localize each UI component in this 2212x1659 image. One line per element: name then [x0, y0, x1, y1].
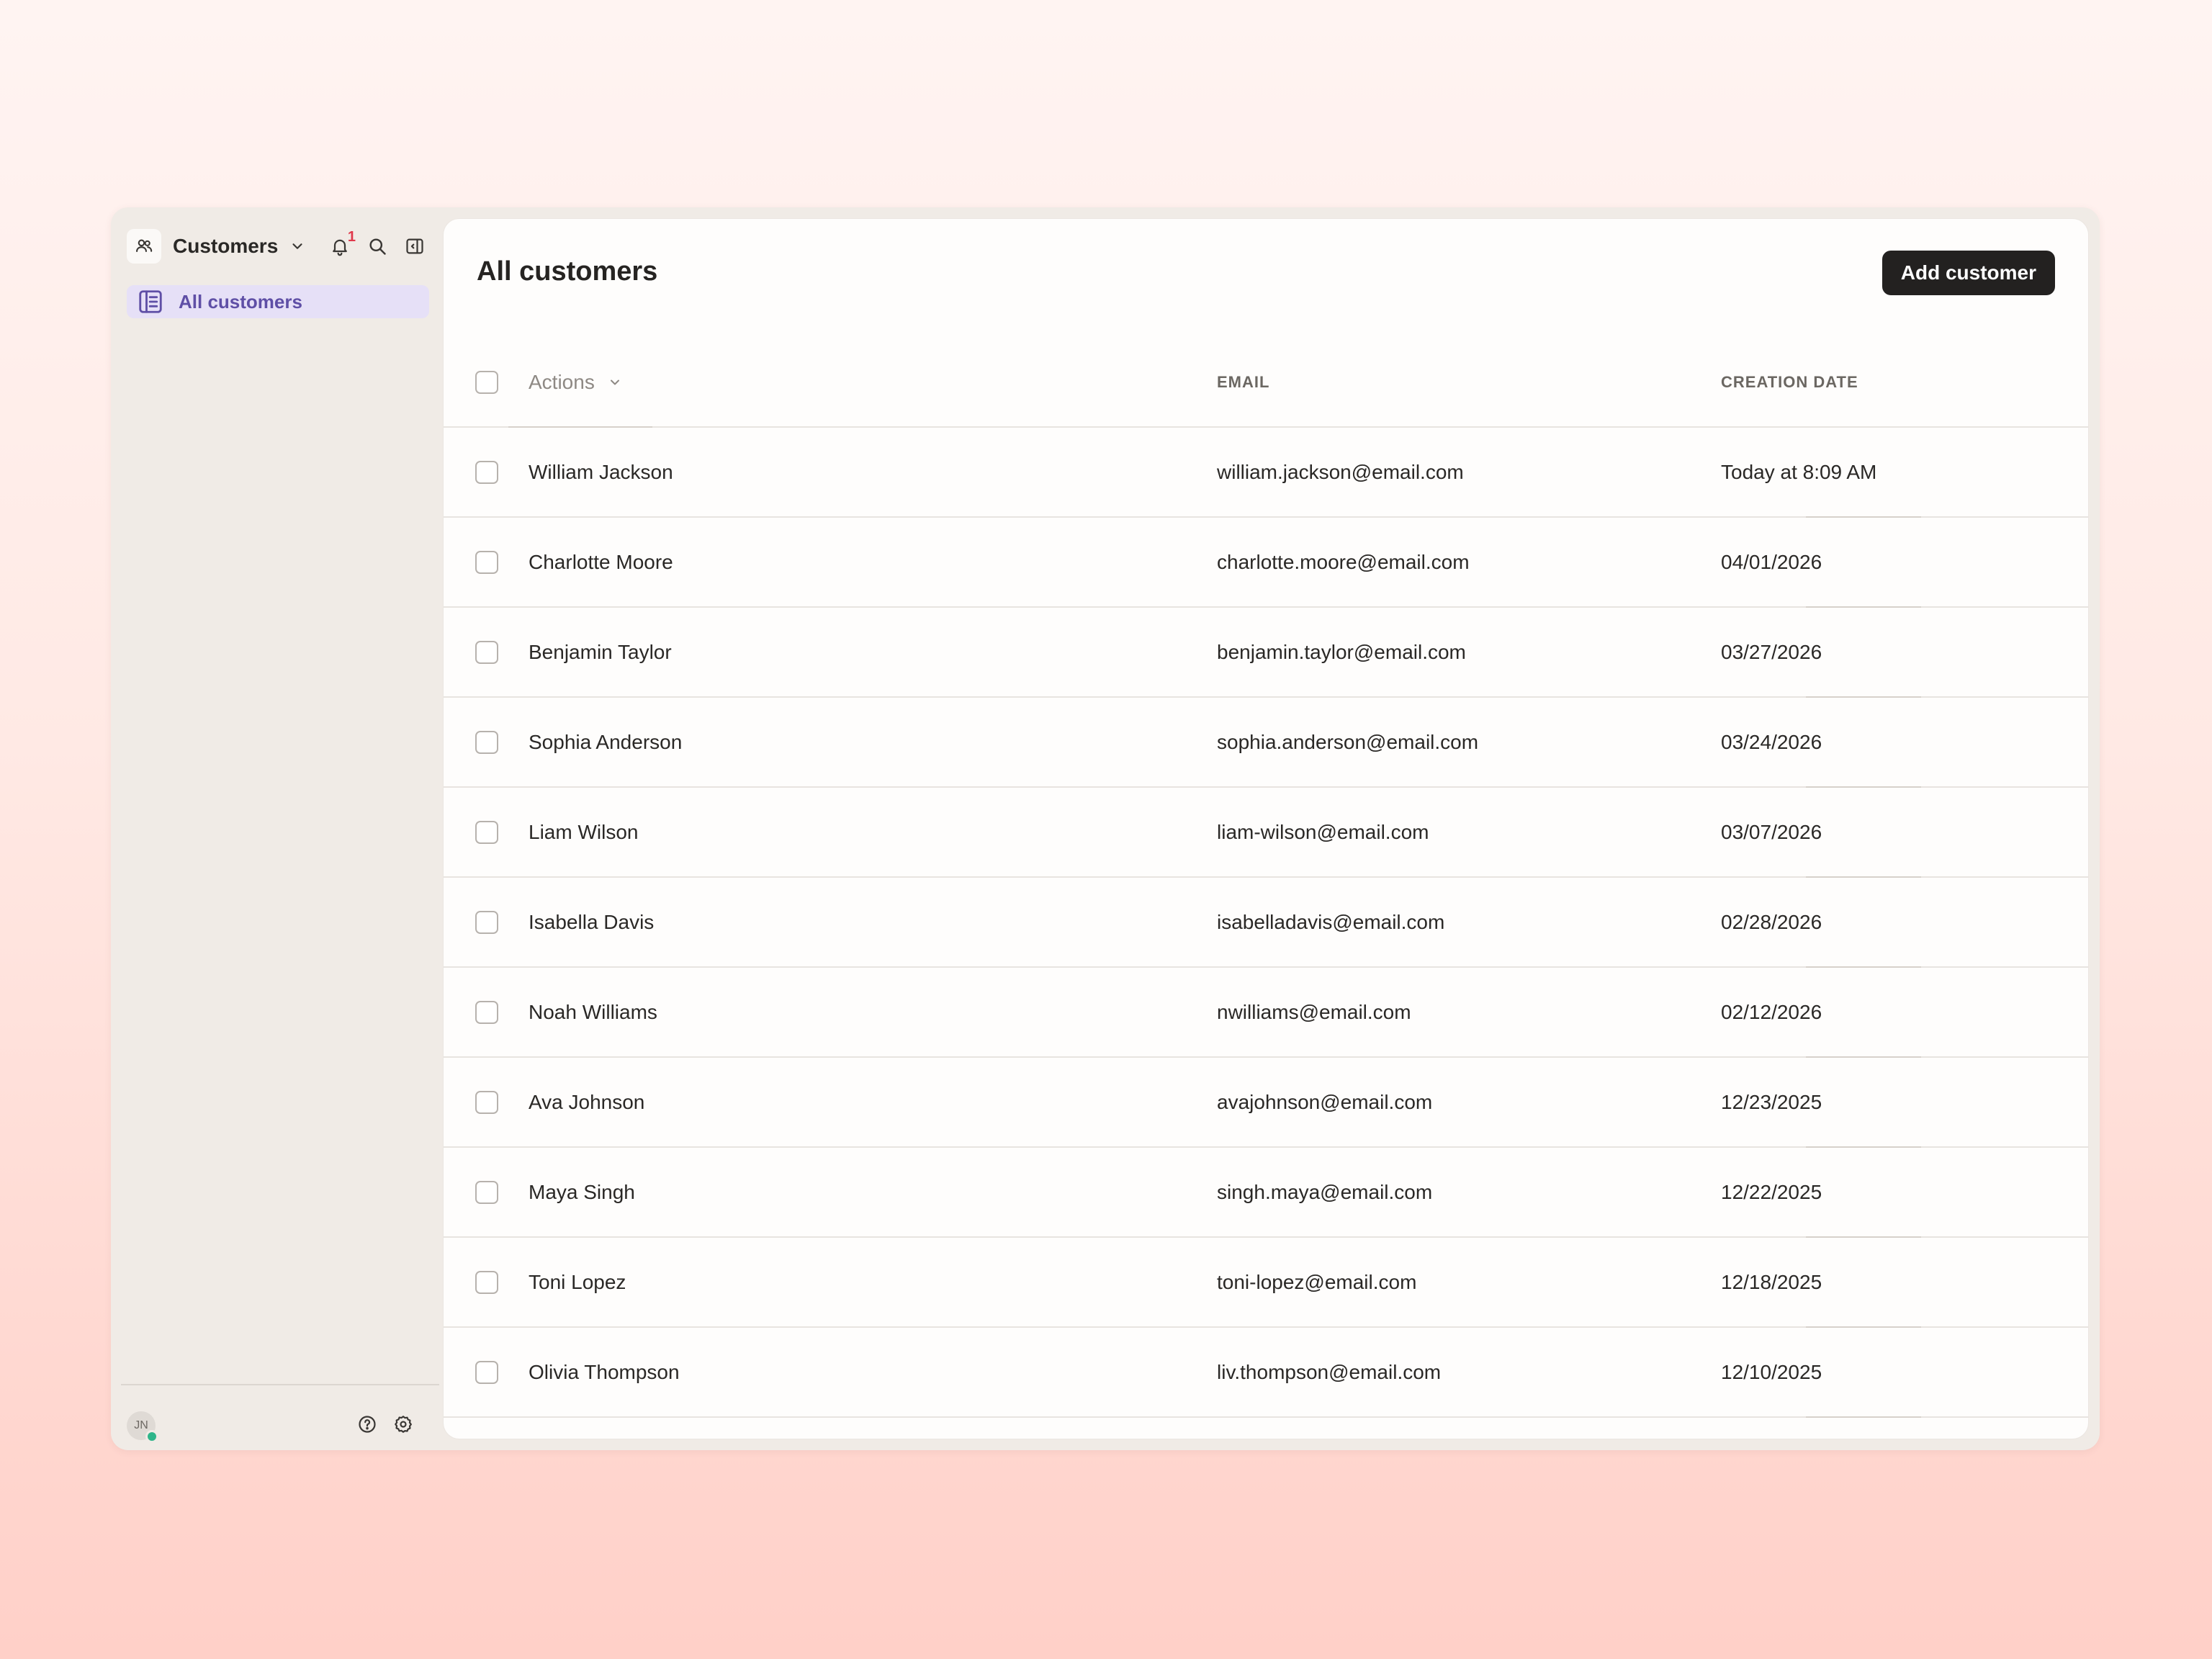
app-window: Customers 1 All customers JN All custome…: [111, 207, 2100, 1450]
customer-creation-date: 03/27/2026: [1721, 640, 1822, 663]
table-header: Actions EMAIL CREATION DATE: [444, 338, 2088, 428]
chevron-down-icon: [608, 375, 622, 390]
table-row[interactable]: Isabella Davis isabelladavis@email.com 0…: [444, 878, 2088, 968]
customer-creation-date: 04/01/2026: [1721, 550, 1822, 573]
users-icon: [127, 229, 161, 264]
table-row[interactable]: Charlotte Moore charlotte.moore@email.co…: [444, 518, 2088, 608]
notifications-button[interactable]: 1: [328, 229, 356, 258]
customer-name: Maya Singh: [529, 1180, 635, 1203]
actions-label: Actions: [529, 371, 595, 393]
customer-name: William Jackson: [529, 460, 673, 483]
sidebar-footer-actions: [356, 1413, 415, 1436]
select-all-checkbox[interactable]: [475, 371, 498, 394]
notification-badge: 1: [347, 229, 356, 245]
customer-name: Noah Williams: [529, 1000, 657, 1023]
customer-creation-date: 12/18/2025: [1721, 1270, 1822, 1293]
customers-table: Actions EMAIL CREATION DATE William Jack…: [444, 338, 2088, 1418]
page-title: All customers: [477, 256, 658, 287]
row-checkbox[interactable]: [475, 730, 498, 754]
chevron-down-icon: [289, 238, 305, 254]
customer-email: charlotte.moore@email.com: [1217, 550, 1470, 573]
table-row[interactable]: Toni Lopez toni-lopez@email.com 12/18/20…: [444, 1238, 2088, 1328]
help-button[interactable]: [356, 1413, 379, 1436]
row-checkbox[interactable]: [475, 1270, 498, 1294]
bell-icon: [333, 239, 347, 256]
sidebar-item-all-customers[interactable]: All customers: [127, 285, 429, 318]
customer-email: liam-wilson@email.com: [1217, 820, 1429, 843]
row-checkbox[interactable]: [475, 820, 498, 844]
row-checkbox[interactable]: [475, 910, 498, 934]
customer-email: liv.thompson@email.com: [1217, 1360, 1442, 1383]
table-row[interactable]: Sophia Anderson sophia.anderson@email.co…: [444, 698, 2088, 788]
customer-creation-date: 03/07/2026: [1721, 820, 1822, 843]
sidebar-toggle-icon: [406, 238, 423, 254]
row-checkbox[interactable]: [475, 1180, 498, 1204]
customer-email: benjamin.taylor@email.com: [1217, 640, 1466, 663]
row-checkbox[interactable]: [475, 1360, 498, 1384]
workspace-name: Customers: [173, 235, 279, 257]
table-row[interactable]: Liam Wilson liam-wilson@email.com 03/07/…: [444, 788, 2088, 878]
customer-email: isabelladavis@email.com: [1217, 910, 1445, 933]
list-icon: [137, 288, 164, 315]
customer-name: Toni Lopez: [529, 1270, 626, 1293]
sidebar: Customers 1 All customers JN: [111, 207, 439, 1450]
column-header-email[interactable]: EMAIL: [1217, 373, 1269, 392]
customer-email: william.jackson@email.com: [1217, 460, 1464, 483]
sidebar-item-label: All customers: [179, 290, 302, 313]
customer-creation-date: 02/28/2026: [1721, 910, 1822, 933]
customer-name: Charlotte Moore: [529, 550, 673, 573]
table-row[interactable]: William Jackson william.jackson@email.co…: [444, 428, 2088, 518]
sidebar-toolbar: 1: [328, 226, 426, 266]
customer-name: Isabella Davis: [529, 910, 655, 933]
workspace-switcher[interactable]: Customers: [127, 226, 305, 266]
customer-name: Liam Wilson: [529, 820, 639, 843]
customer-creation-date: Today at 8:09 AM: [1721, 460, 1877, 483]
add-customer-button[interactable]: Add customer: [1881, 251, 2055, 295]
help-icon: [359, 1416, 376, 1433]
column-header-creation-date[interactable]: CREATION DATE: [1721, 373, 1858, 392]
settings-button[interactable]: [392, 1413, 415, 1436]
sidebar-divider: [121, 1384, 439, 1385]
actions-dropdown[interactable]: Actions: [529, 371, 622, 394]
search-button[interactable]: [366, 235, 389, 258]
customer-email: sophia.anderson@email.com: [1217, 730, 1479, 753]
customer-email: toni-lopez@email.com: [1217, 1270, 1417, 1293]
customer-creation-date: 03/24/2026: [1721, 730, 1822, 753]
table-row[interactable]: Benjamin Taylor benjamin.taylor@email.co…: [444, 608, 2088, 698]
customer-email: nwilliams@email.com: [1217, 1000, 1411, 1023]
avatar-initials: JN: [134, 1419, 148, 1431]
customer-name: Ava Johnson: [529, 1090, 645, 1113]
customer-creation-date: 12/10/2025: [1721, 1360, 1822, 1383]
main-panel: All customers Add customer Actions EMAIL…: [444, 219, 2088, 1439]
gear-icon: [395, 1416, 412, 1433]
customer-email: avajohnson@email.com: [1217, 1090, 1433, 1113]
avatar[interactable]: JN: [127, 1411, 158, 1443]
customer-creation-date: 02/12/2026: [1721, 1000, 1822, 1023]
customer-creation-date: 12/23/2025: [1721, 1090, 1822, 1113]
search-icon: [369, 238, 386, 255]
table-row[interactable]: Olivia Thompson liv.thompson@email.com 1…: [444, 1328, 2088, 1418]
row-divider: [1806, 1416, 1921, 1418]
table-row[interactable]: Noah Williams nwilliams@email.com 02/12/…: [444, 968, 2088, 1058]
customer-creation-date: 12/22/2025: [1721, 1180, 1822, 1203]
row-checkbox[interactable]: [475, 460, 498, 484]
customer-name: Sophia Anderson: [529, 730, 683, 753]
customer-email: singh.maya@email.com: [1217, 1180, 1433, 1203]
row-checkbox[interactable]: [475, 1000, 498, 1024]
customer-name: Olivia Thompson: [529, 1360, 680, 1383]
table-row[interactable]: Ava Johnson avajohnson@email.com 12/23/2…: [444, 1058, 2088, 1148]
collapse-sidebar-button[interactable]: [403, 235, 426, 258]
row-checkbox[interactable]: [475, 550, 498, 574]
row-checkbox[interactable]: [475, 640, 498, 664]
customer-name: Benjamin Taylor: [529, 640, 672, 663]
table-row[interactable]: Maya Singh singh.maya@email.com 12/22/20…: [444, 1148, 2088, 1238]
row-checkbox[interactable]: [475, 1090, 498, 1114]
online-status-dot: [145, 1430, 158, 1443]
